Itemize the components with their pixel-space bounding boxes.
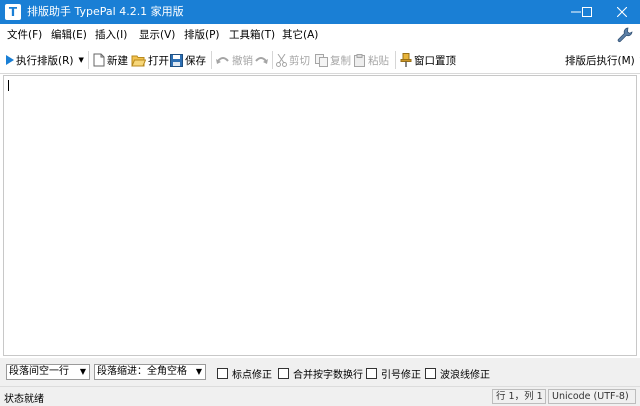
text-caret <box>8 80 9 91</box>
menu-file[interactable]: 文件(F) <box>7 28 42 42</box>
chevron-down-icon: ▼ <box>79 367 86 376</box>
new-file-icon <box>93 53 105 67</box>
paragraph-indent-select[interactable]: 段落缩进：全角空格 ▼ <box>94 364 206 380</box>
pin-icon <box>400 53 412 67</box>
after-format-dropdown[interactable]: 排版后执行(M) ▼ <box>565 52 640 68</box>
merge-wrap-label: 合并按字数换行 <box>293 370 363 381</box>
save-label: 保存 <box>185 54 206 67</box>
new-button[interactable]: 新建 <box>93 52 128 68</box>
run-format-label: 执行排版(R) <box>16 54 74 67</box>
play-icon <box>6 55 14 65</box>
checkbox-box[interactable] <box>217 368 228 379</box>
menu-toolbox[interactable]: 工具箱(T) <box>229 28 275 42</box>
pin-window-label: 窗口置顶 <box>414 54 456 67</box>
chevron-down-icon[interactable]: ▼ <box>79 56 84 64</box>
new-label: 新建 <box>107 54 128 67</box>
paragraph-spacing-value: 段落间空一行 <box>9 366 69 377</box>
toolbar-divider <box>395 51 396 69</box>
title-bar: T 排版助手 TypePal 4.2.1 家用版 <box>0 0 640 24</box>
paste-icon <box>354 53 365 67</box>
paragraph-indent-value: 段落缩进：全角空格 <box>97 366 187 377</box>
close-button[interactable] <box>606 0 638 24</box>
app-icon: T <box>5 4 21 20</box>
window-title: 排版助手 TypePal 4.2.1 家用版 <box>27 5 184 18</box>
copy-button[interactable]: 复制 <box>315 52 351 68</box>
checkbox-box[interactable] <box>278 368 289 379</box>
menu-bar: 文件(F) 编辑(E) 插入(I) 显示(V) 排版(P) 工具箱(T) 其它(… <box>0 24 640 46</box>
quote-fix-checkbox[interactable]: 引号修正 <box>366 366 421 381</box>
cut-button[interactable]: 剪切 <box>276 52 310 68</box>
punct-fix-label: 标点修正 <box>232 370 272 381</box>
menu-insert[interactable]: 插入(I) <box>95 28 127 42</box>
punct-fix-checkbox[interactable]: 标点修正 <box>217 366 272 381</box>
settings-wrench-icon[interactable] <box>617 27 633 43</box>
paste-label: 粘贴 <box>368 54 389 67</box>
open-button[interactable]: 打开 <box>131 52 169 68</box>
menu-other[interactable]: 其它(A) <box>282 28 318 42</box>
save-disk-icon <box>170 53 183 67</box>
quote-fix-label: 引号修正 <box>381 370 421 381</box>
toolbar-divider <box>272 51 273 69</box>
paste-button[interactable]: 粘贴 <box>354 52 389 68</box>
undo-icon <box>216 56 229 64</box>
toolbar: 执行排版(R) ▼ 新建 打开 保存 撤销 剪切 复制 粘贴 窗口置顶 排版后执… <box>0 46 640 74</box>
text-editor[interactable] <box>3 75 637 356</box>
menu-format[interactable]: 排版(P) <box>184 28 220 42</box>
tilde-fix-checkbox[interactable]: 波浪线修正 <box>425 366 490 381</box>
tilde-fix-label: 波浪线修正 <box>440 370 490 381</box>
close-icon <box>617 7 627 17</box>
status-text: 状态就绪 <box>4 394 44 405</box>
checkbox-box[interactable] <box>366 368 377 379</box>
merge-wrap-checkbox[interactable]: 合并按字数换行 <box>278 366 363 381</box>
status-bar: 状态就绪 行 1，列 1 Unicode (UTF-8) <box>0 386 640 406</box>
scissors-icon <box>276 53 287 67</box>
run-format-button[interactable]: 执行排版(R) ▼ <box>6 52 84 68</box>
toolbar-divider <box>211 51 212 69</box>
after-format-label: 排版后执行(M) <box>565 54 635 67</box>
menu-view[interactable]: 显示(V) <box>139 28 175 42</box>
paragraph-spacing-select[interactable]: 段落间空一行 ▼ <box>6 364 90 380</box>
pin-window-button[interactable]: 窗口置顶 <box>400 52 456 68</box>
chevron-down-icon: ▼ <box>195 367 202 376</box>
undo-button[interactable]: 撤销 <box>216 52 253 68</box>
toolbar-divider <box>88 51 89 69</box>
redo-button[interactable] <box>254 52 268 68</box>
save-button[interactable]: 保存 <box>170 52 206 68</box>
cursor-position: 行 1，列 1 <box>492 389 546 404</box>
checkbox-box[interactable] <box>425 368 436 379</box>
maximize-icon <box>582 7 592 17</box>
maximize-button[interactable] <box>578 0 596 24</box>
encoding-indicator: Unicode (UTF-8) <box>548 389 636 404</box>
copy-label: 复制 <box>330 54 351 67</box>
open-label: 打开 <box>148 54 169 67</box>
menu-edit[interactable]: 编辑(E) <box>51 28 87 42</box>
redo-icon <box>255 56 268 64</box>
options-bar: 段落间空一行 ▼ 段落缩进：全角空格 ▼ 标点修正 合并按字数换行 引号修正 波… <box>0 358 640 386</box>
copy-icon <box>315 53 328 67</box>
cut-label: 剪切 <box>289 54 310 67</box>
open-folder-icon <box>131 55 146 66</box>
undo-label: 撤销 <box>232 54 253 67</box>
